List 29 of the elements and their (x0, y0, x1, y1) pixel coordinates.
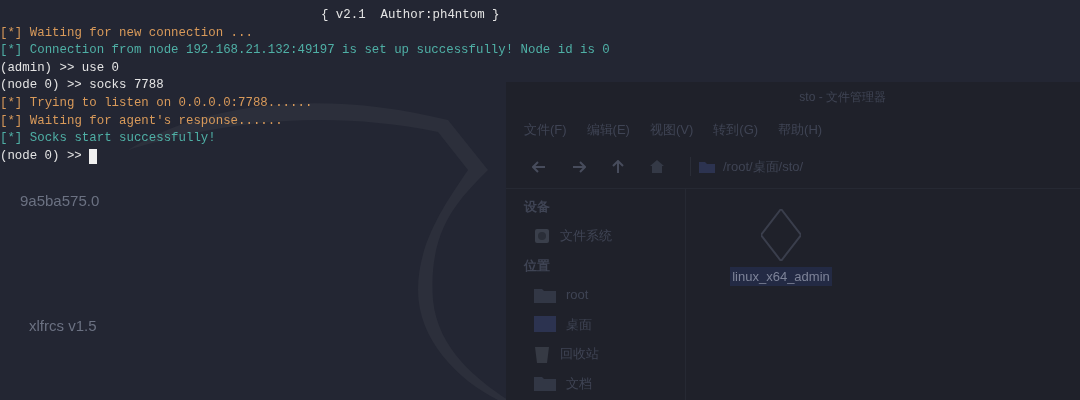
status-tag: [*] (0, 112, 23, 131)
desktop-icon-label[interactable]: 9a5ba575.0 (20, 190, 100, 213)
file-name[interactable]: linux_x64_admin (730, 266, 832, 286)
status-tag: [*] (0, 42, 23, 60)
output-text: Trying to listen on 0.0.0.0:7788...... (29, 94, 313, 112)
banner-text: { v2.1 Author:ph4ntom } (321, 7, 500, 24)
output-text: Socks start successfully! (29, 130, 216, 148)
prompt-text: (node 0) >> (0, 77, 82, 95)
file-icon (761, 208, 801, 261)
status-tag: [*] (0, 130, 23, 148)
status-tag: [*] (0, 24, 23, 43)
output-text: Waiting for new connection ... (29, 24, 253, 42)
up-arrow-icon[interactable] (612, 159, 624, 174)
desktop-icon-label[interactable]: xlfrcs v1.5 (29, 315, 97, 338)
folder-icon (699, 160, 715, 173)
back-arrow-icon[interactable] (532, 160, 546, 173)
prompt-text: (node 0) >> (0, 147, 82, 165)
desktop-icon (534, 316, 556, 333)
forward-arrow-icon[interactable] (572, 160, 586, 173)
folder-icon (534, 375, 556, 392)
status-tag: [*] (0, 94, 23, 113)
output-text: socks 7788 (89, 77, 164, 95)
trash-icon (534, 344, 550, 363)
output-text: Connection from node 192.168.21.132:49197 is set up successfully! Node id is 0 (29, 42, 610, 60)
folder-icon (534, 286, 556, 303)
home-icon[interactable] (650, 160, 664, 173)
prompt-text: (admin) >> (0, 59, 75, 77)
output-text: use 0 (81, 59, 120, 77)
output-text: Waiting for agent's response...... (29, 112, 283, 130)
